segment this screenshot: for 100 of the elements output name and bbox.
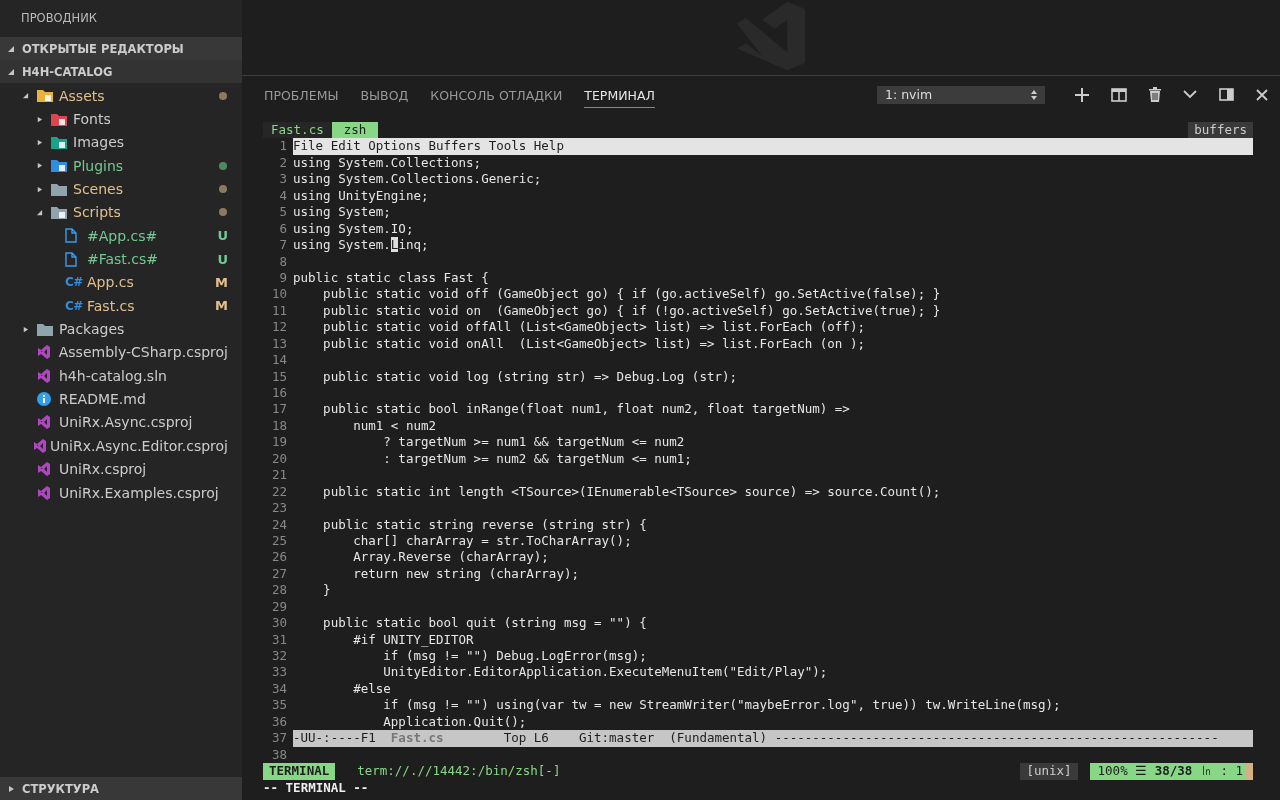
close-icon[interactable]	[1256, 88, 1268, 101]
expand-icon	[7, 784, 15, 793]
tree-item[interactable]: C# Fast.cs M	[0, 294, 242, 318]
csharp-icon: C#	[65, 298, 83, 313]
file-name: h4h-catalog.sln	[59, 367, 168, 384]
file-name: App.cs	[87, 274, 135, 291]
line-number: 4	[278, 187, 287, 205]
trash-icon[interactable]	[1149, 87, 1161, 102]
code-line: : targetNum >= num2 && targetNum <= num1;	[382, 450, 692, 468]
panel-tab[interactable]: ВЫВОД	[360, 81, 409, 108]
code-line: using System;	[293, 204, 391, 221]
line-number: 1	[278, 138, 287, 155]
code-line: public static void log (string str) => Debug.Log (str);	[322, 368, 737, 385]
tree-item[interactable]: README.md	[0, 387, 242, 411]
file-name: #Fast.cs#	[87, 251, 160, 268]
menu-bar[interactable]: File Edit Options Buffers Tools Help	[293, 138, 1253, 155]
folder-icon	[51, 205, 67, 219]
tree-item[interactable]: C# App.cs M	[0, 270, 242, 295]
code-line: UnityEditor.EditorApplication.ExecuteMenuItem("Edit/Play");	[382, 664, 828, 681]
tree-item[interactable]: UniRx.Async.csproj	[0, 410, 242, 435]
tree-item[interactable]: Packages	[0, 317, 242, 341]
line-number: 7	[278, 237, 287, 254]
status-segment	[1245, 763, 1253, 780]
command-line: -- TERMINAL --	[263, 779, 370, 796]
visual-studio-icon	[36, 345, 51, 360]
tree-item[interactable]: UniRx.Async.Editor.csproj	[0, 434, 242, 458]
tree-item[interactable]: h4h-catalog.sln	[0, 364, 242, 388]
folder-icon	[51, 112, 67, 126]
git-status: M	[215, 274, 228, 290]
line-number: 16	[270, 385, 287, 402]
line-number: 8	[278, 253, 287, 270]
line-number: 37	[270, 730, 287, 747]
tree-item[interactable]: Assets	[0, 84, 242, 108]
code-line: public static void offAll (List<GameObject> list) => list.ForEach (off);	[322, 319, 865, 336]
line-number: 18	[270, 417, 287, 435]
file-name: UniRx.Async.csproj	[59, 414, 194, 431]
section-header[interactable]: СТРУКТУРА	[0, 777, 242, 800]
file-name: Scripts	[73, 204, 122, 221]
folder-icon	[37, 89, 53, 103]
tree-item[interactable]: Scripts	[0, 200, 242, 225]
line-number: 10	[270, 286, 287, 303]
file-format: [unix]	[1020, 763, 1078, 780]
line-number: 25	[270, 532, 287, 550]
file-name: Images	[73, 134, 126, 151]
git-status: U	[217, 228, 228, 244]
line-number: 23	[270, 500, 287, 517]
code-line: public static void onAll (List<GameObject> list) => list.ForEach (on );	[322, 335, 865, 353]
sidebar-title: ПРОВОДНИК	[20, 10, 98, 27]
panel-tab[interactable]: ПРОБЛЕМЫ	[264, 81, 339, 108]
terminal-select[interactable]: 1: nvim	[877, 85, 1045, 104]
panel-tab[interactable]: ТЕРМИНАЛ	[584, 81, 655, 108]
line-number: 34	[270, 680, 287, 698]
panel-icon[interactable]	[1219, 88, 1234, 101]
terminal-path: term://.//14442:/bin/zsh[-]	[356, 763, 561, 780]
line-number: 38	[270, 746, 287, 764]
tree-item[interactable]: Images	[0, 130, 242, 155]
buffers-label: buffers	[1188, 122, 1253, 139]
code-line: using System.IO;	[293, 220, 414, 238]
line-number: 12	[270, 319, 287, 336]
section-header[interactable]: H4H-CATALOG	[0, 60, 242, 83]
code-line: if (msg != "") Debug.LogError(msg);	[382, 648, 647, 665]
panel-tab[interactable]: КОНСОЛЬ ОТЛАДКИ	[430, 81, 563, 108]
tree-item[interactable]: Fonts	[0, 107, 242, 131]
file-name: UniRx.csproj	[59, 461, 148, 478]
code-line: public static bool quit (string msg = "") {	[322, 615, 647, 632]
line-number: 30	[270, 615, 287, 632]
line-number: 20	[270, 450, 287, 468]
git-status: U	[217, 251, 228, 267]
split-icon[interactable]	[1111, 87, 1127, 102]
section-header[interactable]: ОТКРЫТЫЕ РЕДАКТОРЫ	[0, 37, 242, 60]
line-number: 35	[270, 697, 287, 714]
tree-item[interactable]: Scenes	[0, 177, 242, 201]
add-icon[interactable]	[1075, 87, 1089, 102]
tree-item[interactable]: UniRx.Examples.csproj	[0, 480, 242, 505]
tree-item[interactable]: #App.cs# U	[0, 224, 242, 248]
code-line: return new string (charArray);	[352, 565, 579, 583]
file-name: README.md	[59, 391, 147, 408]
folder-icon	[51, 159, 67, 173]
line-number: 28	[270, 582, 287, 599]
line-number: 24	[270, 516, 287, 533]
tree-item[interactable]: #Fast.cs# U	[0, 247, 242, 271]
code-line: using System.Linq;	[293, 237, 429, 254]
tree-item[interactable]: Assembly-CSharp.csproj	[0, 340, 242, 365]
visual-studio-icon	[37, 485, 51, 500]
buffer-tab[interactable]: zsh	[331, 122, 379, 139]
chevron-down-icon[interactable]	[1183, 90, 1197, 99]
folder-icon	[37, 322, 53, 336]
buffer-tab[interactable]: Fast.cs	[263, 122, 332, 139]
mode-indicator: TERMINAL	[263, 763, 336, 780]
tree-item[interactable]: Plugins	[0, 154, 242, 178]
file-name: Plugins	[73, 157, 125, 174]
line-number: 26	[270, 549, 287, 566]
line-number: 13	[270, 335, 287, 353]
line-number: 27	[270, 565, 287, 583]
file-name: Packages	[59, 321, 126, 338]
tree-item[interactable]: UniRx.csproj	[0, 457, 242, 481]
code-line: ? targetNum >= num1 && targetNum <= num2	[382, 434, 685, 451]
code-line: public static void off (GameObject go) { if (go.activeSelf) go.SetActive(false); }	[322, 286, 941, 303]
line-number: 9	[278, 269, 287, 287]
line-number: 5	[278, 204, 287, 221]
